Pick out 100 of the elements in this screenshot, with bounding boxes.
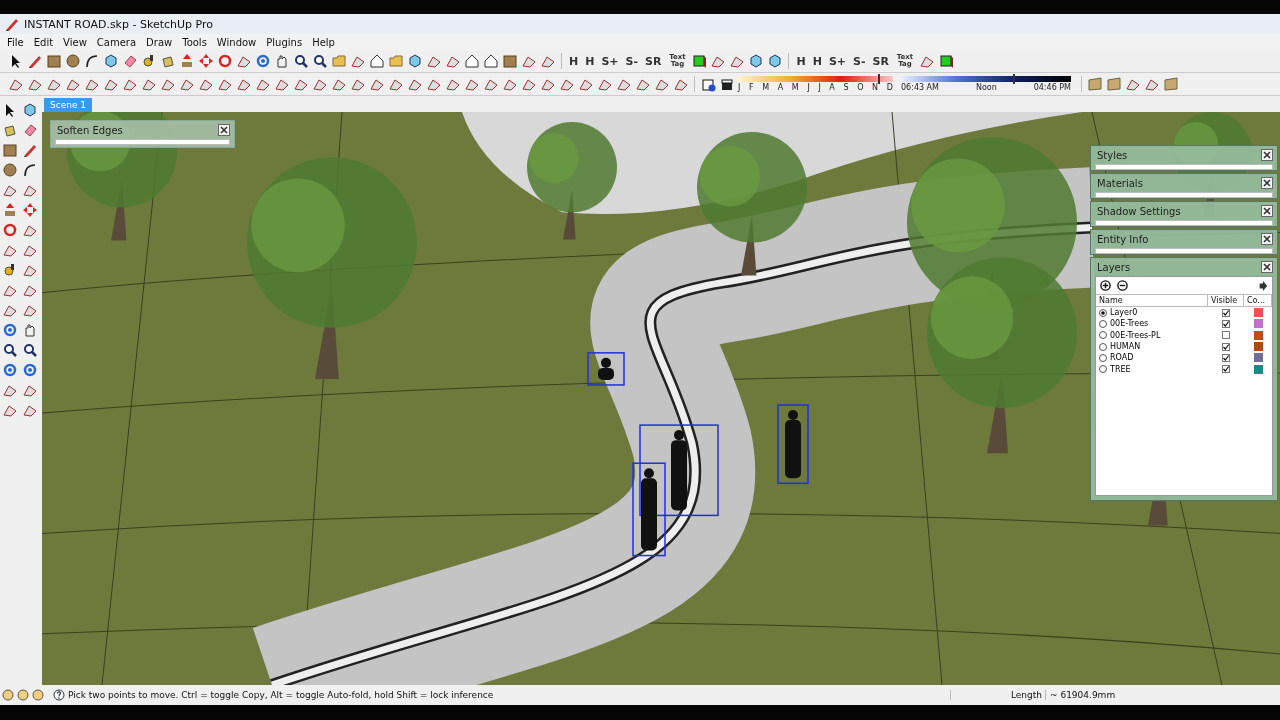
status-icon[interactable] bbox=[32, 689, 44, 701]
status-icon[interactable] bbox=[17, 689, 29, 701]
menu-item[interactable]: Help bbox=[307, 36, 340, 48]
color-swatch[interactable] bbox=[1253, 319, 1263, 329]
column-header[interactable]: Name bbox=[1096, 295, 1208, 306]
pencil-icon[interactable] bbox=[4, 16, 20, 32]
orbit-icon[interactable] bbox=[2, 362, 18, 378]
close-icon[interactable] bbox=[1261, 233, 1273, 245]
remove-icon[interactable] bbox=[1117, 280, 1128, 291]
color-swatch[interactable] bbox=[1253, 353, 1263, 363]
arc-icon[interactable] bbox=[22, 162, 38, 178]
checkbox[interactable] bbox=[1222, 331, 1230, 340]
circle-icon[interactable] bbox=[65, 53, 81, 69]
orbit-icon[interactable] bbox=[2, 322, 18, 338]
length-field[interactable]: ~ 61904.9mm bbox=[1045, 690, 1220, 700]
rectangle-icon[interactable] bbox=[2, 142, 18, 158]
push-pull-icon[interactable] bbox=[179, 53, 195, 69]
color-swatch[interactable] bbox=[1253, 308, 1263, 318]
rectangle-icon[interactable] bbox=[502, 53, 518, 69]
time-slider[interactable] bbox=[901, 76, 1071, 82]
toolbar-button[interactable]: SR bbox=[643, 54, 664, 68]
paint-bucket-icon[interactable] bbox=[2, 122, 18, 138]
column-header[interactable]: Visible bbox=[1208, 295, 1244, 306]
toolbar-button[interactable]: H bbox=[567, 54, 581, 68]
zoom-icon[interactable] bbox=[2, 342, 18, 358]
radio-button[interactable] bbox=[1099, 353, 1107, 362]
pencil-icon[interactable] bbox=[27, 53, 43, 69]
menu-item[interactable]: Draw bbox=[141, 36, 178, 48]
house-icon[interactable] bbox=[464, 53, 480, 69]
close-icon[interactable] bbox=[218, 124, 230, 136]
menu-item[interactable]: View bbox=[58, 36, 92, 48]
color-swatch[interactable] bbox=[1253, 364, 1263, 374]
paint-bucket-icon[interactable] bbox=[160, 53, 176, 69]
move-icon[interactable] bbox=[22, 202, 38, 218]
checkbox[interactable] bbox=[1222, 319, 1230, 328]
checkbox[interactable] bbox=[1222, 308, 1230, 317]
close-icon[interactable] bbox=[1261, 205, 1273, 217]
cube-icon[interactable] bbox=[103, 53, 119, 69]
toolbar-button[interactable]: H bbox=[794, 54, 808, 68]
zoom-icon[interactable] bbox=[312, 53, 328, 69]
zoom-icon[interactable] bbox=[293, 53, 309, 69]
arrow-right-icon[interactable] bbox=[1258, 280, 1268, 291]
zoom-icon[interactable] bbox=[22, 342, 38, 358]
tray-panel[interactable]: Shadow Settings bbox=[1090, 201, 1278, 227]
toolbar-button[interactable]: S+ bbox=[826, 54, 849, 68]
add-icon[interactable] bbox=[1100, 280, 1111, 291]
menu-item[interactable]: Tools bbox=[177, 36, 212, 48]
color-swatch[interactable] bbox=[1253, 342, 1263, 352]
block-icon[interactable] bbox=[937, 53, 954, 69]
house-icon[interactable] bbox=[483, 53, 499, 69]
color-swatch[interactable] bbox=[1253, 330, 1263, 340]
toolbar-button[interactable]: H bbox=[583, 54, 597, 68]
radio-button[interactable] bbox=[1099, 342, 1107, 351]
close-icon[interactable] bbox=[1261, 149, 1273, 161]
cube-icon[interactable] bbox=[767, 53, 784, 69]
menu-item[interactable]: Camera bbox=[91, 36, 142, 48]
radio-button[interactable] bbox=[1099, 365, 1107, 374]
menu-item[interactable]: Plugins bbox=[261, 36, 308, 48]
eraser-icon[interactable] bbox=[22, 122, 38, 138]
checkbox[interactable] bbox=[1222, 365, 1230, 374]
menu-item[interactable]: File bbox=[2, 36, 29, 48]
pencil-icon[interactable] bbox=[22, 142, 38, 158]
block-icon[interactable] bbox=[691, 53, 708, 69]
close-icon[interactable] bbox=[1261, 261, 1273, 273]
toolbar-button[interactable]: H bbox=[810, 54, 824, 68]
orbit-icon[interactable] bbox=[255, 53, 271, 69]
close-icon[interactable] bbox=[1261, 177, 1273, 189]
status-icon[interactable] bbox=[2, 689, 14, 701]
eraser-icon[interactable] bbox=[122, 53, 138, 69]
rotate-icon[interactable] bbox=[217, 53, 233, 69]
cube-icon[interactable] bbox=[407, 53, 423, 69]
toolbar-button[interactable]: SR bbox=[870, 54, 891, 68]
box-icon[interactable] bbox=[719, 76, 735, 92]
tray-panel[interactable]: Entity Info bbox=[1090, 229, 1278, 255]
push-pull-icon[interactable] bbox=[2, 202, 18, 218]
cube-icon[interactable] bbox=[22, 102, 38, 118]
move-icon[interactable] bbox=[198, 53, 214, 69]
radio-button[interactable] bbox=[1099, 319, 1107, 328]
menu-item[interactable]: Edit bbox=[28, 36, 59, 48]
cube-icon[interactable] bbox=[748, 53, 765, 69]
circle-icon[interactable] bbox=[2, 162, 18, 178]
tray-panel[interactable]: Styles bbox=[1090, 145, 1278, 171]
arc-icon[interactable] bbox=[84, 53, 100, 69]
help-icon[interactable] bbox=[53, 689, 65, 701]
toolbar-button[interactable]: S- bbox=[623, 54, 641, 68]
date-slider[interactable] bbox=[738, 76, 893, 82]
toolbar-button[interactable]: S- bbox=[851, 54, 868, 68]
menu-item[interactable]: Window bbox=[211, 36, 262, 48]
checkbox[interactable] bbox=[1222, 342, 1230, 351]
house-icon[interactable] bbox=[369, 53, 385, 69]
orbit-icon[interactable] bbox=[22, 362, 38, 378]
checkbox[interactable] bbox=[1222, 353, 1230, 362]
toolbar-button[interactable]: S+ bbox=[599, 54, 621, 68]
column-header[interactable]: Co... bbox=[1244, 295, 1272, 306]
rectangle-icon[interactable] bbox=[46, 53, 62, 69]
radio-button[interactable] bbox=[1099, 308, 1107, 317]
radio-button[interactable] bbox=[1099, 331, 1107, 340]
tray-panel[interactable]: Materials bbox=[1090, 173, 1278, 199]
shadow-icon[interactable] bbox=[700, 76, 716, 92]
rotate-icon[interactable] bbox=[2, 222, 18, 238]
